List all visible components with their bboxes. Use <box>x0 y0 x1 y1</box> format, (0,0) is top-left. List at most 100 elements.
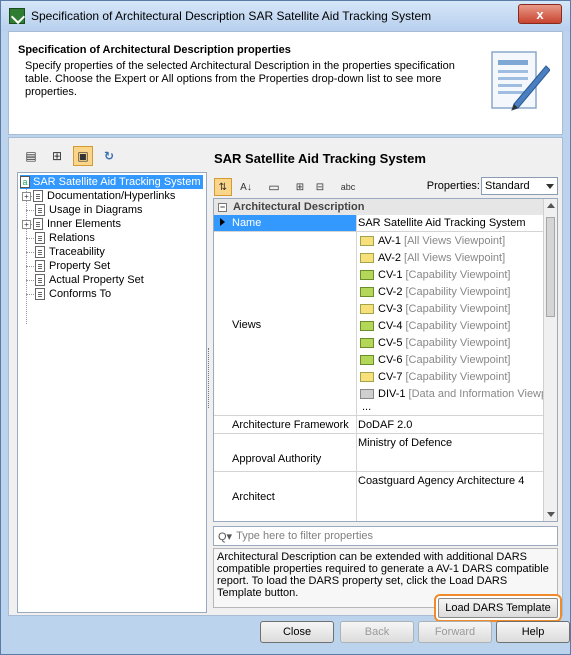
filter-input[interactable]: Q▾ Type here to filter properties <box>213 526 558 546</box>
refresh-icon[interactable]: ↻ <box>99 146 119 166</box>
expand-icon[interactable]: + <box>22 219 31 229</box>
properties-dropdown[interactable]: Standard <box>481 177 558 195</box>
panel-splitter[interactable] <box>208 348 212 408</box>
show-inherited-icon[interactable]: ▣ <box>73 146 93 166</box>
load-dars-template-button[interactable]: Load DARS Template <box>438 598 558 618</box>
sort-alphabetical-icon[interactable]: A↓ <box>236 177 256 197</box>
architect-label: Architect <box>232 491 275 503</box>
tree-item-inner-elements[interactable]: + Inner Elements <box>22 217 121 231</box>
tree-item-conforms-to[interactable]: Conforms To <box>35 287 111 301</box>
close-button[interactable]: Close <box>260 621 334 643</box>
framework-label: Architecture Framework <box>232 419 349 431</box>
document-icon <box>33 190 43 202</box>
folder-icon <box>360 253 374 263</box>
app-icon <box>9 8 25 24</box>
document-icon <box>35 204 45 216</box>
view-desc: [All Views Viewpoint] <box>404 252 506 264</box>
header-description: Specify properties of the selected Archi… <box>25 60 455 98</box>
view-item[interactable]: AV-2 [All Views Viewpoint] <box>360 250 505 266</box>
help-button[interactable]: Help <box>496 621 570 643</box>
folder-icon <box>360 389 374 399</box>
view-id: DIV-1 <box>378 388 406 400</box>
scroll-up-icon[interactable] <box>547 203 555 208</box>
expand-all-icon[interactable]: ⊞ <box>290 177 310 197</box>
scroll-down-icon[interactable] <box>547 512 555 517</box>
properties-grid: − Architectural Description Name SAR Sat… <box>213 198 558 522</box>
group-header[interactable]: − Architectural Description <box>214 199 544 215</box>
tree-item-label: Documentation/Hyperlinks <box>47 190 176 202</box>
folder-icon <box>360 304 374 314</box>
view-desc: [Capability Viewpoint] <box>405 371 511 383</box>
info-text: Architectural Description can be extende… <box>217 551 549 599</box>
architecture-icon: a <box>20 176 30 188</box>
tree-item-actual-property-set[interactable]: Actual Property Set <box>35 273 144 287</box>
title-bar: Specification of Architectural Descripti… <box>1 1 570 31</box>
expand-icon[interactable]: + <box>22 191 31 201</box>
window-close-button[interactable]: x <box>518 4 562 24</box>
footer-buttons: Close Back Forward Help <box>1 621 570 647</box>
properties-toolbar: ⇅ A↓ ▭ ⊞ ⊟ abc Properties: Standard <box>214 176 558 198</box>
search-icon: Q▾ <box>218 530 233 543</box>
view-item[interactable]: CV-1 [Capability Viewpoint] <box>360 267 510 283</box>
back-button[interactable]: Back <box>340 621 414 643</box>
view-item[interactable]: CV-6 [Capability Viewpoint] <box>360 352 510 368</box>
tree-item-label: Usage in Diagrams <box>49 204 143 216</box>
folder-icon <box>360 270 374 280</box>
view-desc: [Capability Viewpoint] <box>405 269 511 281</box>
view-id: CV-6 <box>378 354 403 366</box>
document-icon <box>35 274 45 286</box>
approval-label: Approval Authority <box>232 453 322 465</box>
folder-icon <box>360 321 374 331</box>
tree-view-icon[interactable]: ⊞ <box>47 146 67 166</box>
document-icon <box>35 260 45 272</box>
views-more-button[interactable]: ... <box>362 399 371 415</box>
collapse-icon[interactable]: ▭ <box>264 177 284 197</box>
architect-value[interactable]: Coastguard Agency Architecture 4 <box>358 475 544 487</box>
grid-vertical-scrollbar[interactable] <box>543 199 557 521</box>
view-desc: [Capability Viewpoint] <box>405 303 511 315</box>
view-desc: [Capability Viewpoint] <box>405 354 511 366</box>
tree-item-usage[interactable]: Usage in Diagrams <box>35 203 143 217</box>
collapse-group-icon[interactable]: − <box>218 202 227 212</box>
view-item[interactable]: CV-2 [Capability Viewpoint] <box>360 284 510 300</box>
window-title: Specification of Architectural Descripti… <box>31 9 432 23</box>
scroll-thumb[interactable] <box>546 217 555 317</box>
document-icon <box>35 232 45 244</box>
document-icon <box>33 218 43 230</box>
text-filter-icon[interactable]: abc <box>338 177 358 197</box>
document-icon <box>35 246 45 258</box>
view-item[interactable]: DIV-1 [Data and Information Viewpoi <box>360 386 556 402</box>
tree-item-documentation[interactable]: + Documentation/Hyperlinks <box>22 189 175 203</box>
group-label: Architectural Description <box>233 201 365 213</box>
framework-value[interactable]: DoDAF 2.0 <box>358 419 544 431</box>
load-dars-template-button-highlight: Load DARS Template <box>434 594 562 622</box>
tree-root-label: SAR Satellite Aid Tracking System <box>33 176 201 188</box>
name-label: Name <box>232 217 262 229</box>
forward-button[interactable]: Forward <box>418 621 492 643</box>
folder-icon <box>360 372 374 382</box>
properties-dropdown-value: Standard <box>485 180 530 192</box>
view-desc: [Capability Viewpoint] <box>405 320 511 332</box>
list-view-icon[interactable]: ▤ <box>21 146 41 166</box>
approval-value[interactable]: Ministry of Defence <box>358 437 544 449</box>
tree-root-item[interactable]: a SAR Satellite Aid Tracking System <box>20 175 203 189</box>
name-value[interactable]: SAR Satellite Aid Tracking System <box>358 217 544 229</box>
view-id: CV-4 <box>378 320 403 332</box>
view-id: AV-1 <box>378 235 402 247</box>
categorized-icon[interactable]: ⇅ <box>214 178 232 196</box>
view-desc: [Capability Viewpoint] <box>405 286 511 298</box>
view-item[interactable]: CV-5 [Capability Viewpoint] <box>360 335 510 351</box>
document-icon <box>35 288 45 300</box>
tree-item-traceability[interactable]: Traceability <box>35 245 105 259</box>
tree-toolbar: ▤ ⊞ ▣ ↻ <box>21 146 119 166</box>
folder-icon <box>360 236 374 246</box>
view-item[interactable]: AV-1 [All Views Viewpoint] <box>360 233 505 249</box>
tree-item-property-set[interactable]: Property Set <box>35 259 110 273</box>
collapse-all-icon[interactable]: ⊟ <box>310 177 330 197</box>
view-item[interactable]: CV-4 [Capability Viewpoint] <box>360 318 510 334</box>
view-item[interactable]: CV-3 [Capability Viewpoint] <box>360 301 510 317</box>
views-label: Views <box>232 319 262 331</box>
content-frame: ▤ ⊞ ▣ ↻ a SAR Satellite Aid Tracking Sys… <box>8 137 563 622</box>
tree-item-relations[interactable]: Relations <box>35 231 95 245</box>
view-item[interactable]: CV-7 [Capability Viewpoint] <box>360 369 510 385</box>
